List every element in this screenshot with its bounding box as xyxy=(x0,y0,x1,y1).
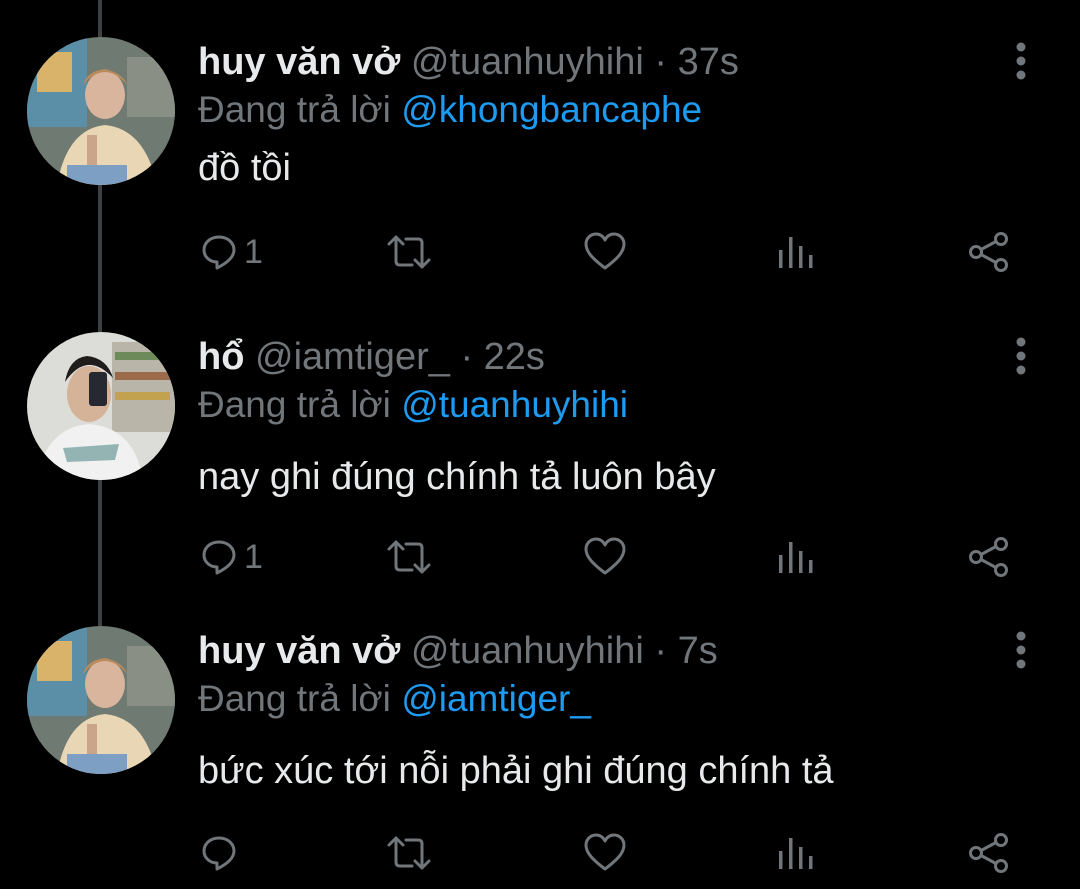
reply-count: 1 xyxy=(244,233,263,271)
retweet-button[interactable] xyxy=(386,828,432,878)
like-button[interactable] xyxy=(583,532,627,582)
share-button[interactable] xyxy=(968,532,1010,582)
retweet-button[interactable] xyxy=(386,227,432,277)
display-name[interactable]: hổ xyxy=(198,336,244,378)
user-handle[interactable]: @tuanhuyhihi xyxy=(411,41,644,83)
reply-icon xyxy=(202,540,236,575)
timestamp[interactable]: 7s xyxy=(678,630,718,672)
reply-button[interactable]: 1 xyxy=(200,227,263,277)
mention-link[interactable]: @khongbancaphe xyxy=(401,89,702,130)
timestamp[interactable]: 22s xyxy=(484,336,545,378)
tweet-header: huy văn vở @tuanhuyhihi · 37s xyxy=(198,37,739,87)
share-button[interactable] xyxy=(968,227,1010,277)
analytics-icon xyxy=(779,838,813,869)
reply-icon xyxy=(202,235,236,270)
user-handle[interactable]: @tuanhuyhihi xyxy=(411,630,644,672)
timestamp[interactable]: 37s xyxy=(678,41,739,83)
replying-to-label: Đang trả lời xyxy=(198,89,391,130)
share-button[interactable] xyxy=(968,828,1010,878)
replying-to-label: Đang trả lời xyxy=(198,384,391,425)
display-name[interactable]: huy văn vở xyxy=(198,41,400,83)
reply-count: 1 xyxy=(244,538,263,576)
more-vertical-icon xyxy=(1016,631,1026,669)
tweet-actions: 1 xyxy=(0,532,1080,582)
analytics-icon xyxy=(779,237,813,268)
display-name[interactable]: huy văn vở xyxy=(198,630,400,672)
retweet-button[interactable] xyxy=(386,532,432,582)
like-button[interactable] xyxy=(583,828,627,878)
retweet-icon xyxy=(387,235,431,269)
separator-dot: · xyxy=(460,336,474,378)
reply-icon xyxy=(202,836,236,871)
more-options-button[interactable] xyxy=(1005,628,1037,672)
share-icon xyxy=(969,232,1008,272)
thread-line xyxy=(98,0,102,40)
heart-icon xyxy=(584,232,626,270)
tweet-header: huy văn vở @tuanhuyhihi · 7s xyxy=(198,626,718,676)
more-vertical-icon xyxy=(1016,42,1026,80)
mention-link[interactable]: @iamtiger_ xyxy=(401,678,591,719)
avatar[interactable] xyxy=(27,37,175,185)
separator-dot: · xyxy=(654,630,668,672)
share-icon xyxy=(969,833,1008,873)
views-button[interactable] xyxy=(778,227,814,277)
reply-button[interactable] xyxy=(200,828,244,878)
tweet-text: nay ghi đúng chính tả luôn bây xyxy=(198,456,716,498)
more-options-button[interactable] xyxy=(1005,334,1037,378)
mention-link[interactable]: @tuanhuyhihi xyxy=(401,384,628,425)
share-icon xyxy=(969,537,1008,577)
retweet-icon xyxy=(387,836,431,870)
more-vertical-icon xyxy=(1016,337,1026,375)
views-button[interactable] xyxy=(778,828,814,878)
heart-icon xyxy=(584,537,626,575)
tweet-actions xyxy=(0,828,1080,878)
retweet-icon xyxy=(387,540,431,574)
user-handle[interactable]: @iamtiger_ xyxy=(255,336,450,378)
more-options-button[interactable] xyxy=(1005,39,1037,83)
replying-to: Đang trả lời @iamtiger_ xyxy=(198,676,591,722)
replying-to: Đang trả lời @khongbancaphe xyxy=(198,87,702,133)
reply-button[interactable]: 1 xyxy=(200,532,263,582)
heart-icon xyxy=(584,833,626,871)
like-button[interactable] xyxy=(583,227,627,277)
separator-dot: · xyxy=(654,41,668,83)
replying-to-label: Đang trả lời xyxy=(198,678,391,719)
views-button[interactable] xyxy=(778,532,814,582)
tweet-text: đồ tồi xyxy=(198,147,291,189)
tweet-actions: 1 xyxy=(0,227,1080,277)
replying-to: Đang trả lời @tuanhuyhihi xyxy=(198,382,628,428)
analytics-icon xyxy=(779,542,813,573)
avatar[interactable] xyxy=(27,626,175,774)
tweet-text: bức xúc tới nỗi phải ghi đúng chính tả xyxy=(198,750,834,792)
tweet-header: hổ @iamtiger_ · 22s xyxy=(198,332,545,382)
avatar[interactable] xyxy=(27,332,175,480)
